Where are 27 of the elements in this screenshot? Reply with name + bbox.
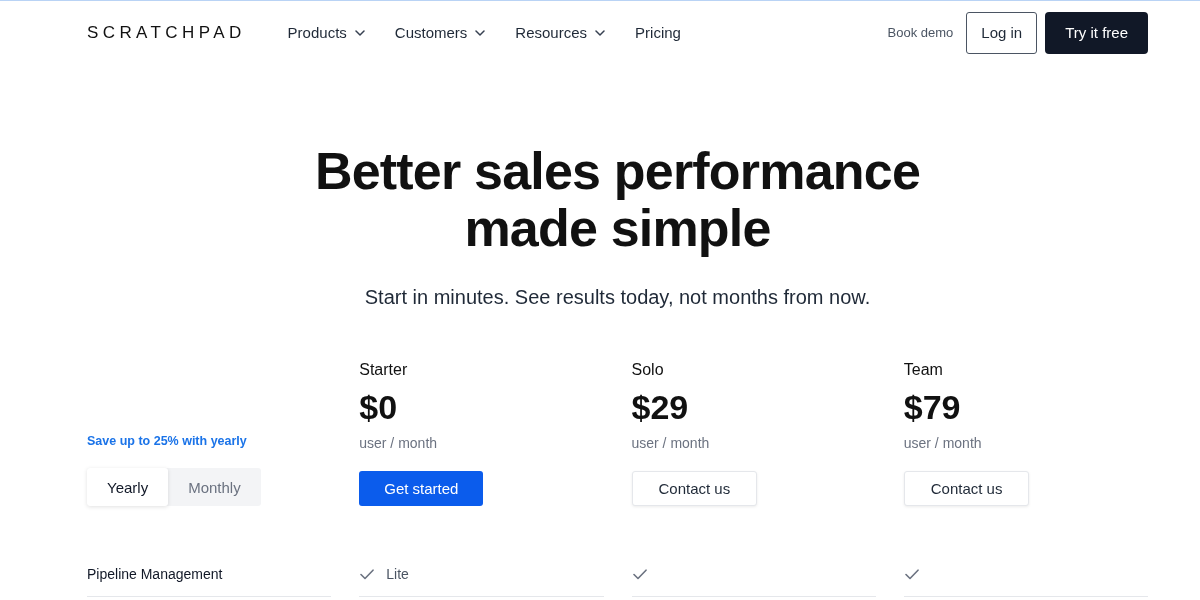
plan-button[interactable]: Contact us bbox=[631, 471, 758, 506]
logo[interactable]: SCRATCHPAD bbox=[87, 22, 246, 43]
nav-link[interactable]: Pricing bbox=[635, 24, 681, 41]
login-button[interactable]: Log in bbox=[966, 11, 1038, 54]
billing-option[interactable]: Yearly bbox=[87, 468, 169, 506]
price-period: user / month bbox=[631, 434, 710, 453]
plan-price: $29 bbox=[631, 387, 689, 427]
nav-link[interactable]: Customers bbox=[394, 24, 486, 41]
plan-price: $0 bbox=[359, 387, 398, 427]
price-period: user / month bbox=[903, 434, 982, 453]
yearly-savings-note: Save up to 25% with yearly bbox=[87, 433, 247, 450]
plan-name: Team bbox=[903, 360, 943, 380]
try-free-button[interactable]: Try it free bbox=[1045, 11, 1148, 54]
plan-button[interactable]: Contact us bbox=[903, 471, 1030, 506]
plan-name: Solo bbox=[631, 360, 664, 380]
billing-option[interactable]: Monthly bbox=[168, 468, 261, 506]
plan-button[interactable]: Get started bbox=[359, 471, 484, 506]
plan-name: Starter bbox=[359, 360, 408, 380]
price-period: user / month bbox=[359, 434, 438, 453]
nav-link[interactable]: Resources bbox=[515, 24, 606, 41]
hero-title: Better sales performance made simple bbox=[313, 143, 922, 257]
hero-subtitle: Start in minutes. See results today, not months from now. bbox=[364, 285, 871, 310]
feature-value: Lite bbox=[386, 566, 409, 582]
book-demo-link[interactable]: Book demo bbox=[887, 25, 954, 40]
nav-link[interactable]: Products bbox=[287, 24, 365, 41]
plan-price: $79 bbox=[903, 387, 961, 427]
feature-name: Pipeline Management bbox=[87, 566, 223, 582]
